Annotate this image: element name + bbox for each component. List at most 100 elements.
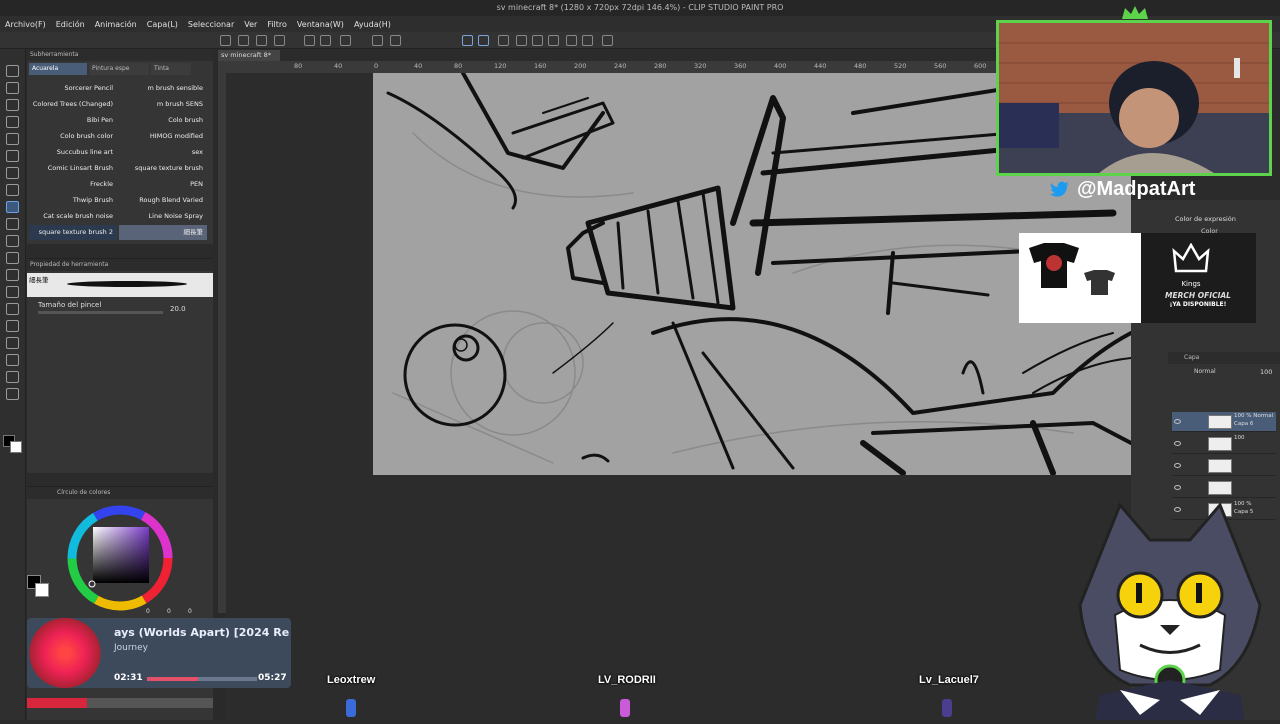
brush-item[interactable]: Succubus line art (29, 145, 117, 160)
tab-tinta[interactable]: Tinta (151, 63, 191, 75)
sub-color-swatch[interactable] (10, 441, 22, 453)
eyedropper-tool-icon[interactable] (6, 133, 19, 145)
blend-mode[interactable]: Normal (1194, 368, 1216, 375)
new-file-icon[interactable] (220, 35, 231, 46)
elapsed-time: 02:31 (114, 673, 143, 683)
layer-row[interactable]: 100 % Normal Capa 6 (1172, 412, 1276, 432)
ruler-tick-label: 280 (654, 62, 667, 70)
undo-icon[interactable] (304, 35, 315, 46)
lasso-tool-icon[interactable] (6, 116, 19, 128)
ruler-tick-label: 360 (734, 62, 747, 70)
color-wheel[interactable] (65, 503, 175, 613)
brush-item[interactable]: square texture brush (119, 161, 207, 176)
menu-capa[interactable]: Capa(L) (142, 20, 183, 29)
fill-icon[interactable] (372, 35, 383, 46)
brush-item[interactable]: sex (119, 145, 207, 160)
figure-tool-icon[interactable] (6, 303, 19, 315)
document-tab[interactable]: sv minecraft 8* (218, 50, 280, 61)
brush-item[interactable]: Line Noise Spray (119, 209, 207, 224)
tab-acuarela[interactable]: Acuarela (29, 63, 87, 75)
layer-name: Capa 6 (1234, 421, 1254, 427)
gradient-tool-icon[interactable] (6, 286, 19, 298)
brush-item[interactable]: Rough Blend Varied (119, 193, 207, 208)
fill-tool-icon[interactable] (6, 269, 19, 281)
brush-item[interactable]: m brush sensible (119, 81, 207, 96)
move-tool-icon[interactable] (6, 82, 19, 94)
ruler-top: 80 40 0 40 80 120 160 200 240 280 320 360 400 440 480 5… (218, 61, 998, 73)
brush-item[interactable]: Colored Trees (Changed) (29, 97, 117, 112)
viewer-avatar (620, 699, 630, 717)
pencil-tool-icon[interactable] (6, 167, 19, 179)
layer-thumbnail (1208, 459, 1232, 473)
brush-tool-icon[interactable] (6, 184, 19, 196)
brush-item[interactable]: Cat scale brush noise (29, 209, 117, 224)
layer-opacity[interactable]: 100 (1260, 368, 1272, 376)
brush-item[interactable]: 細長筆 (119, 225, 207, 240)
menu-animacion[interactable]: Animación (90, 20, 142, 29)
frame-tool-icon[interactable] (6, 320, 19, 332)
pen-icon[interactable] (498, 35, 509, 46)
pen-tool-icon[interactable] (6, 150, 19, 162)
brush-item[interactable]: Thwip Brush (29, 193, 117, 208)
brush-size-value[interactable]: 20.0 (170, 305, 186, 313)
ruler-tool-icon[interactable] (6, 337, 19, 349)
resize-icon[interactable] (532, 35, 543, 46)
blend-tool-icon[interactable] (6, 252, 19, 264)
transform-icon[interactable] (390, 35, 401, 46)
sub-color-chip[interactable] (35, 583, 49, 597)
settings-icon[interactable] (340, 35, 351, 46)
menu-ayuda[interactable]: Ayuda(H) (349, 20, 396, 29)
brush-item[interactable]: HIMOG modified (119, 129, 207, 144)
settings-icon[interactable] (566, 35, 577, 46)
brush-item[interactable]: Colo brush color (29, 129, 117, 144)
tab-pintura[interactable]: Pintura espe (89, 63, 149, 75)
save-icon[interactable] (256, 35, 267, 46)
brush-preview: 細長筆 (27, 273, 213, 297)
brush-item[interactable]: m brush SENS (119, 97, 207, 112)
brush-item[interactable]: Comic Linsart Brush (29, 161, 117, 176)
decoration-tool-icon[interactable] (6, 218, 19, 230)
eye-icon[interactable] (1174, 485, 1181, 490)
brush-size-slider[interactable] (38, 311, 163, 314)
zoom-tool-icon[interactable] (6, 65, 19, 77)
eye-icon[interactable] (1174, 419, 1181, 424)
eye-icon[interactable] (1174, 463, 1181, 468)
brush-item[interactable]: square texture brush 2 (29, 225, 117, 240)
menu-edicion[interactable]: Edición (51, 20, 90, 29)
brush-item[interactable]: Freckle (29, 177, 117, 192)
menu-filtro[interactable]: Filtro (262, 20, 292, 29)
text-tool-icon[interactable] (6, 354, 19, 366)
redo-icon[interactable] (320, 35, 331, 46)
line-correction-tool-icon[interactable] (6, 388, 19, 400)
select-icon[interactable] (548, 35, 559, 46)
crop-icon[interactable] (516, 35, 527, 46)
layer-row[interactable]: 100 (1172, 434, 1276, 454)
eye-icon[interactable] (1174, 441, 1181, 446)
eraser-tool-icon[interactable] (6, 235, 19, 247)
brush-item[interactable]: Bibi Pen (29, 113, 117, 128)
menu-ver[interactable]: Ver (239, 20, 262, 29)
airbrush-tool-icon[interactable] (6, 201, 19, 213)
brush-item[interactable]: Sorcerer Pencil (29, 81, 117, 96)
layer-row[interactable] (1172, 456, 1276, 476)
music-player: ays (Worlds Apart) [2024 Re Journey 02:3… (27, 618, 291, 688)
tool-property-panel: Propiedad de herramienta 細長筆 Tamaño del … (27, 258, 213, 473)
menu-ventana[interactable]: Ventana(W) (292, 20, 349, 29)
grid-snap-icon[interactable] (478, 35, 489, 46)
balloon-tool-icon[interactable] (6, 371, 19, 383)
menu-seleccionar[interactable]: Seleccionar (183, 20, 239, 29)
export-icon[interactable] (274, 35, 285, 46)
brush-stroke-preview (67, 281, 187, 287)
layer-icon[interactable] (602, 35, 613, 46)
brush-item[interactable]: PEN (119, 177, 207, 192)
menu-archivo[interactable]: Archivo(F) (0, 20, 51, 29)
ruler-snap-icon[interactable] (462, 35, 473, 46)
viewer-name: Leoxtrew (327, 674, 376, 686)
layer-thumbnail (1208, 415, 1232, 429)
select-tool-icon[interactable] (6, 99, 19, 111)
brush-item[interactable]: Colo brush (119, 113, 207, 128)
deselect-icon[interactable] (582, 35, 593, 46)
progress-track[interactable] (147, 677, 257, 681)
subtool-header: Subherramienta (27, 49, 213, 61)
open-icon[interactable] (238, 35, 249, 46)
